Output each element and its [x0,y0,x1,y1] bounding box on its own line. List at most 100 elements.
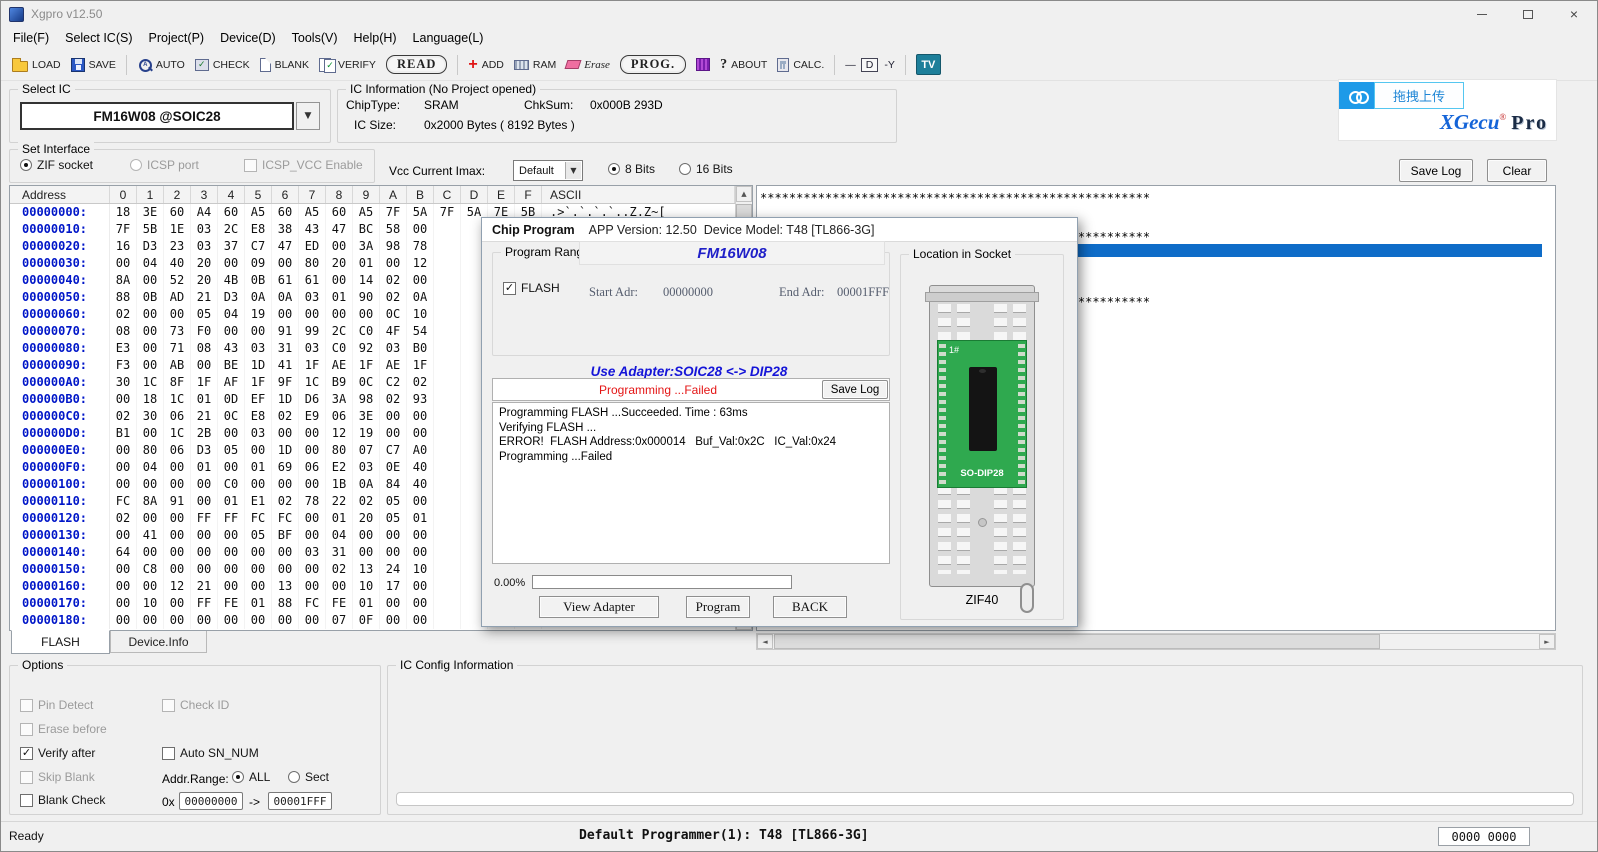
hex-byte[interactable]: 00 [245,442,272,459]
hex-byte[interactable]: 8A [110,272,137,289]
hex-byte[interactable]: 00 [110,527,137,544]
hex-byte[interactable]: 02 [353,493,380,510]
hex-byte[interactable]: 20 [326,255,353,272]
hex-byte[interactable]: AF [218,374,245,391]
hex-byte[interactable]: 03 [245,425,272,442]
hex-byte[interactable]: 01 [191,459,218,476]
hex-byte[interactable]: 00 [218,425,245,442]
hex-byte[interactable]: 00 [380,527,407,544]
hex-byte[interactable]: 00 [299,527,326,544]
hex-byte[interactable]: 43 [218,340,245,357]
hex-byte[interactable]: 00 [110,595,137,612]
hex-byte[interactable]: 00 [299,306,326,323]
tab-flash[interactable]: FLASH [11,630,110,654]
hex-byte[interactable]: 00 [164,510,191,527]
hex-byte[interactable]: FF [191,595,218,612]
hex-byte[interactable]: 10 [407,306,434,323]
hex-byte[interactable]: 60 [326,204,353,221]
hex-byte[interactable]: 00 [218,578,245,595]
addr-range-sect-radio[interactable]: Sect [288,770,329,784]
hex-byte[interactable]: 31 [326,544,353,561]
hex-byte[interactable]: 00 [353,544,380,561]
hex-byte[interactable]: 01 [245,595,272,612]
flash-checkbox[interactable]: FLASH [503,281,560,295]
read-button[interactable]: READ [381,52,452,77]
hex-byte[interactable]: 00 [245,578,272,595]
hex-byte[interactable]: 7F [434,204,461,221]
hex-byte[interactable]: 00 [407,425,434,442]
hex-byte[interactable]: 00 [353,527,380,544]
hex-byte[interactable] [434,442,461,459]
hex-byte[interactable]: 00 [299,561,326,578]
hex-byte[interactable]: 73 [164,323,191,340]
hex-byte[interactable] [434,272,461,289]
hex-byte[interactable]: 21 [191,578,218,595]
hex-byte[interactable]: E2 [326,459,353,476]
hex-byte[interactable]: 41 [137,527,164,544]
hex-byte[interactable]: 1C [164,391,191,408]
hex-byte[interactable]: 14 [353,272,380,289]
hex-byte[interactable]: 00 [110,476,137,493]
hex-byte[interactable]: 00 [137,340,164,357]
hex-byte[interactable]: 03 [191,221,218,238]
hex-byte[interactable]: 84 [380,476,407,493]
hex-byte[interactable]: 00 [164,459,191,476]
hex-byte[interactable]: 07 [353,442,380,459]
bits8-radio[interactable]: 8 Bits [608,162,655,176]
hex-byte[interactable]: 00 [272,306,299,323]
maximize-button[interactable] [1505,1,1551,27]
hex-byte[interactable]: 13 [353,561,380,578]
menu-file[interactable]: File(F) [5,29,57,47]
hex-byte[interactable]: AE [326,357,353,374]
hex-byte[interactable] [434,238,461,255]
hex-byte[interactable]: 00 [218,612,245,629]
hex-byte[interactable]: 05 [380,510,407,527]
hex-byte[interactable]: 00 [191,612,218,629]
range-from-input[interactable] [179,792,243,810]
scroll-right-arrow[interactable]: ► [1539,634,1555,649]
hex-byte[interactable]: 90 [353,289,380,306]
erase-button[interactable]: Erase [561,56,615,74]
ram-button[interactable]: RAM [509,56,561,74]
hex-byte[interactable]: 0B [245,272,272,289]
hex-byte[interactable]: AD [164,289,191,306]
hex-byte[interactable]: 24 [380,561,407,578]
hex-byte[interactable] [434,510,461,527]
hex-byte[interactable]: 88 [272,595,299,612]
hex-byte[interactable]: 02 [380,391,407,408]
hex-byte[interactable]: 60 [218,204,245,221]
hex-byte[interactable]: 4B [218,272,245,289]
menu-device[interactable]: Device(D) [212,29,284,47]
hex-byte[interactable]: 03 [191,238,218,255]
hex-byte[interactable]: 91 [164,493,191,510]
hex-byte[interactable]: 00 [407,612,434,629]
hex-byte[interactable]: E3 [110,340,137,357]
hex-byte[interactable]: AE [380,357,407,374]
log-horizontal-scrollbar[interactable]: ◄ ► [756,633,1556,650]
hex-byte[interactable]: 01 [245,459,272,476]
hex-byte[interactable]: 40 [407,476,434,493]
back-button[interactable]: BACK [773,596,847,618]
hex-byte[interactable]: F3 [110,357,137,374]
hex-byte[interactable]: 1C [299,374,326,391]
hex-byte[interactable]: 00 [110,442,137,459]
hex-byte[interactable]: 31 [272,340,299,357]
hex-byte[interactable]: 98 [353,391,380,408]
hex-byte[interactable]: 06 [164,442,191,459]
scroll-thumb[interactable] [774,634,1380,649]
hex-byte[interactable]: 00 [218,255,245,272]
hex-byte[interactable]: 38 [272,221,299,238]
hex-byte[interactable]: 00 [380,255,407,272]
hex-byte[interactable]: 60 [272,204,299,221]
tv-button[interactable]: TV [911,51,946,78]
hex-byte[interactable]: 08 [191,340,218,357]
hex-byte[interactable]: 3E [353,408,380,425]
hex-byte[interactable] [434,221,461,238]
hex-byte[interactable]: 21 [191,289,218,306]
hex-byte[interactable]: 20 [353,510,380,527]
hex-byte[interactable]: 40 [164,255,191,272]
hex-byte[interactable]: 1F [353,357,380,374]
hex-byte[interactable]: C7 [380,442,407,459]
hex-byte[interactable]: 00 [326,272,353,289]
menu-language[interactable]: Language(L) [405,29,492,47]
